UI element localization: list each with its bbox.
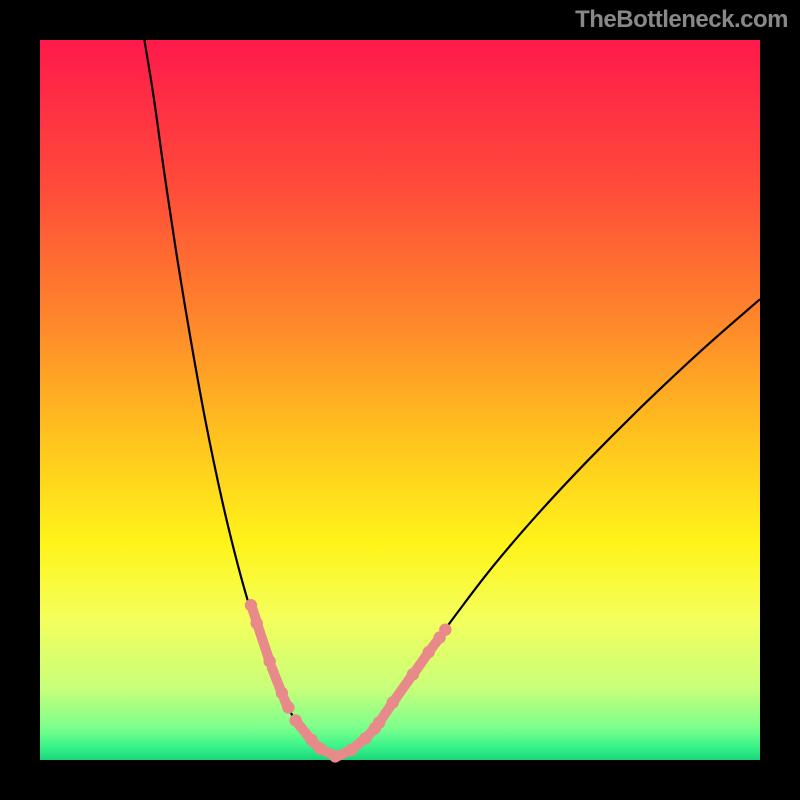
highlight-dot <box>245 599 257 611</box>
highlight-dot <box>407 668 419 680</box>
highlight-dot <box>276 687 288 699</box>
highlight-dot <box>282 701 294 713</box>
highlight-dot <box>439 623 451 635</box>
highlight-dot <box>359 732 371 744</box>
plot-background <box>40 40 760 760</box>
chart-stage: TheBottleneck.com <box>0 0 800 800</box>
highlight-dot <box>373 716 385 728</box>
highlight-dot <box>329 750 341 762</box>
highlight-dot <box>289 714 301 726</box>
highlight-dot <box>314 742 326 754</box>
highlight-dot <box>423 646 435 658</box>
highlight-dot <box>345 744 357 756</box>
highlight-dot <box>263 655 275 667</box>
watermark-text: TheBottleneck.com <box>575 6 788 34</box>
chart-svg <box>0 0 800 800</box>
highlight-dot <box>251 617 263 629</box>
highlight-dot <box>387 696 399 708</box>
